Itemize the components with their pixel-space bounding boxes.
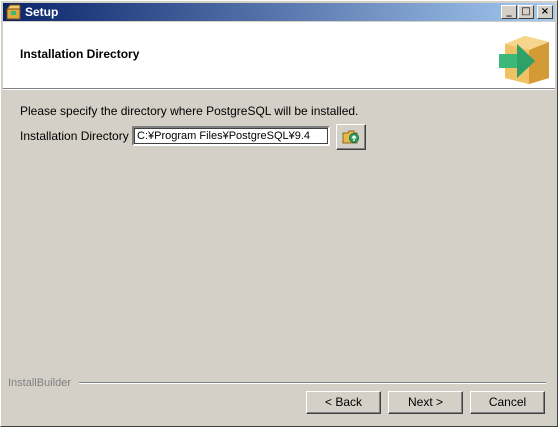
minimize-button[interactable]: _ xyxy=(501,5,517,19)
installer-box-arrow-icon xyxy=(499,36,549,84)
installbuilder-brand: InstallBuilder xyxy=(8,377,71,389)
setup-window: Setup _ □ × Installation Directory Pleas… xyxy=(0,0,558,427)
directory-label: Installation Directory xyxy=(20,129,129,143)
title-bar[interactable]: Setup _ □ × xyxy=(3,3,555,21)
page-title: Installation Directory xyxy=(20,47,140,61)
footer-divider xyxy=(79,382,546,384)
header-divider xyxy=(3,89,555,90)
window-title: Setup xyxy=(25,5,59,19)
folder-browse-icon xyxy=(342,130,359,144)
browse-button[interactable] xyxy=(336,124,366,150)
install-prompt-text: Please specify the directory where Postg… xyxy=(20,104,359,118)
setup-app-icon xyxy=(6,4,21,20)
installation-directory-input[interactable]: C:¥Program Files¥PostgreSQL¥9.4 xyxy=(132,126,330,146)
maximize-button[interactable]: □ xyxy=(518,5,534,19)
next-button[interactable]: Next > xyxy=(388,391,463,414)
cancel-button[interactable]: Cancel xyxy=(470,391,545,414)
back-button[interactable]: < Back xyxy=(306,391,381,414)
close-button[interactable]: × xyxy=(537,5,553,19)
page-header: Installation Directory xyxy=(3,22,555,89)
